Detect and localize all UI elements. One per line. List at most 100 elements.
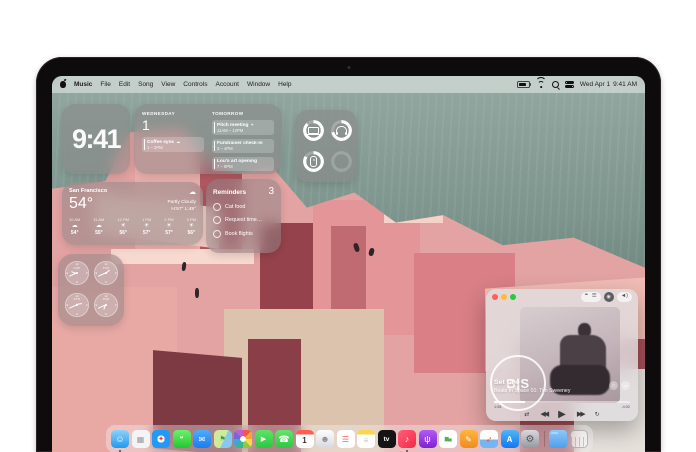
zoom-button[interactable] [510, 294, 516, 300]
dock-icon-tv[interactable]: tv [377, 430, 396, 448]
music-player-window[interactable]: ❝ ☰ ◉ ◄) B|S Set One Beats In Space 01: … [486, 289, 638, 421]
dock-icon-facetime[interactable]: ▶ [254, 430, 273, 448]
dock-icon-music[interactable]: ♪ [398, 430, 416, 448]
next-button[interactable]: ▶▶ [577, 411, 586, 418]
wifi-icon[interactable] [535, 77, 547, 88]
running-indicator [406, 449, 408, 452]
queue-icon[interactable]: ☰ [592, 294, 597, 300]
dock-icon-notes[interactable]: ≡ [357, 430, 375, 448]
world-clock-widget[interactable]: CUP 12 3 6 9 TOK 12 3 6 9 SYD 12 3 6 9 PAR 12 3 6 9 [58, 254, 124, 326]
dock-icon-trash[interactable] [569, 430, 588, 448]
dock-icon-contacts[interactable]: ☻ [316, 430, 334, 448]
menu-bar-date: Wed Apr 1 [579, 81, 611, 88]
play-button[interactable]: ▶ [558, 409, 566, 420]
progress-bar[interactable] [494, 401, 630, 403]
dock-icon-downloads-folder[interactable] [549, 430, 567, 448]
calendar-event[interactable]: Lou's art opening 7 – 8PM [212, 156, 274, 171]
checkbox-icon[interactable] [213, 229, 221, 238]
weather-hour-icon: ☀ [120, 223, 126, 229]
calendar-tomorrow-label: TOMORROW [212, 111, 244, 116]
menu-bar-clock[interactable]: Wed Apr 1 9:41 AM [580, 81, 637, 88]
batteries-widget[interactable] [295, 110, 357, 182]
dock-icon-launchpad[interactable]: ▦ [131, 430, 150, 448]
calendar-event[interactable]: Fundraiser check-in 3 – 4PM [212, 138, 274, 153]
laptop-icon [307, 126, 320, 135]
apple-menu-icon[interactable] [60, 81, 66, 88]
calendar-event[interactable]: Coffee sync ☁ 1 – 2PM [142, 136, 204, 152]
menu-bar-time: 9:41 AM [613, 81, 637, 88]
progress-fill [494, 401, 526, 403]
reminder-item[interactable]: Book flights [213, 229, 274, 238]
calendar-event[interactable]: Pitch meeting ✦ 11AM – 12PM [212, 119, 274, 135]
menu-song[interactable]: Song [138, 81, 153, 88]
dock-icon-calendar[interactable]: 1 [295, 430, 314, 448]
dock-icon-podcasts[interactable]: ψ [418, 430, 437, 448]
lyrics-icon[interactable]: ❝ [585, 294, 588, 300]
menu-view[interactable]: View [161, 81, 175, 88]
dock-icon-finder[interactable]: ☺ [111, 430, 129, 448]
city-label: CUP [73, 265, 81, 270]
ipad-device-frame: Music File Edit Song View Controls Accou… [36, 57, 661, 452]
checkbox-icon[interactable] [213, 216, 221, 224]
dock-icon-settings[interactable]: ⚙ [521, 430, 539, 448]
battery-ring-macbook [303, 120, 324, 141]
close-button[interactable] [492, 294, 498, 300]
dock-icon-playgrounds[interactable]: ➶ [480, 430, 498, 448]
control-center-icon[interactable] [564, 81, 574, 88]
reminders-widget[interactable]: Reminders 3 Cat food Request time… Book … [206, 179, 281, 253]
calendar-day-number: 1 [142, 117, 150, 133]
weather-hour-icon: ☀ [166, 223, 172, 229]
running-indicator [119, 449, 121, 452]
dock-icon-messages[interactable]: ❝ [172, 430, 191, 448]
menu-controls[interactable]: Controls [183, 81, 207, 88]
volume-icon[interactable]: ◄) [621, 294, 628, 300]
dock-icon-maps[interactable]: ⚑ [213, 430, 232, 448]
search-icon[interactable] [551, 81, 559, 88]
airplay-icon[interactable]: ◉ [603, 292, 614, 302]
dock-icon-app-store[interactable]: A [500, 430, 519, 448]
repeat-button[interactable]: ↻ [595, 412, 600, 418]
city-label: TOK [102, 265, 110, 270]
dock-icon-photos[interactable] [234, 430, 252, 448]
favorite-button[interactable]: ☆ [609, 381, 618, 390]
dock-icon-pages[interactable]: ✎ [459, 430, 478, 448]
reminder-item[interactable]: Cat food [213, 202, 274, 211]
dock-separator [543, 431, 545, 447]
dock-icon-numbers[interactable]: ▆▄ [439, 430, 457, 448]
screen: Music File Edit Song View Controls Accou… [52, 76, 645, 452]
menu-app-name[interactable]: Music [74, 81, 92, 88]
weather-condition: Partly Cloudy [167, 199, 196, 205]
weather-hour-icon: ☁ [71, 223, 78, 229]
event-time: 1 – 2PM [147, 145, 163, 150]
battery-icon[interactable] [516, 80, 532, 89]
weather-hour: 11 AM ☁ 55° [93, 217, 105, 237]
weather-widget[interactable]: San Francisco 54° ☁ Partly Cloudy H:57° … [62, 182, 203, 245]
event-title: Fundraiser check-in [217, 140, 263, 146]
event-title: Pitch meeting [217, 122, 249, 128]
menu-file[interactable]: File [100, 81, 110, 88]
menu-window[interactable]: Window [247, 81, 270, 88]
dock-icon-reminders[interactable]: ☰ [336, 430, 355, 448]
menu-help[interactable]: Help [278, 81, 291, 88]
reminder-label: Cat food [225, 203, 246, 210]
dock-icon-mail[interactable]: ✉ [193, 430, 211, 448]
video-call-icon: ☁ [176, 138, 181, 144]
calendar-widget[interactable]: WEDNESDAY 1 Coffee sync ☁ 1 – 2PM TOMORRO… [134, 104, 282, 174]
menu-edit[interactable]: Edit [119, 81, 130, 88]
city-label: SYD [73, 297, 81, 301]
more-button[interactable]: ••• [621, 381, 630, 390]
clock-widget[interactable]: 9:41 [62, 104, 130, 174]
weather-high-low: H:57° L:49° [171, 206, 196, 212]
menu-bar: Music File Edit Song View Controls Accou… [52, 76, 645, 93]
menu-account[interactable]: Account [216, 81, 240, 88]
clock-time: 9:41 [71, 123, 122, 154]
previous-button[interactable]: ◀◀ [540, 411, 549, 418]
reminder-label: Request time… [225, 217, 263, 223]
dock-icon-phone[interactable]: ☎ [275, 430, 293, 448]
music-titlebar: ❝ ☰ ◉ ◄) [486, 289, 638, 305]
reminder-item[interactable]: Request time… [213, 216, 274, 224]
shuffle-button[interactable]: ⇄ [524, 412, 529, 418]
dock-icon-safari[interactable]: ✦ [152, 430, 170, 448]
checkbox-icon[interactable] [213, 202, 221, 211]
minimize-button[interactable] [501, 294, 507, 300]
